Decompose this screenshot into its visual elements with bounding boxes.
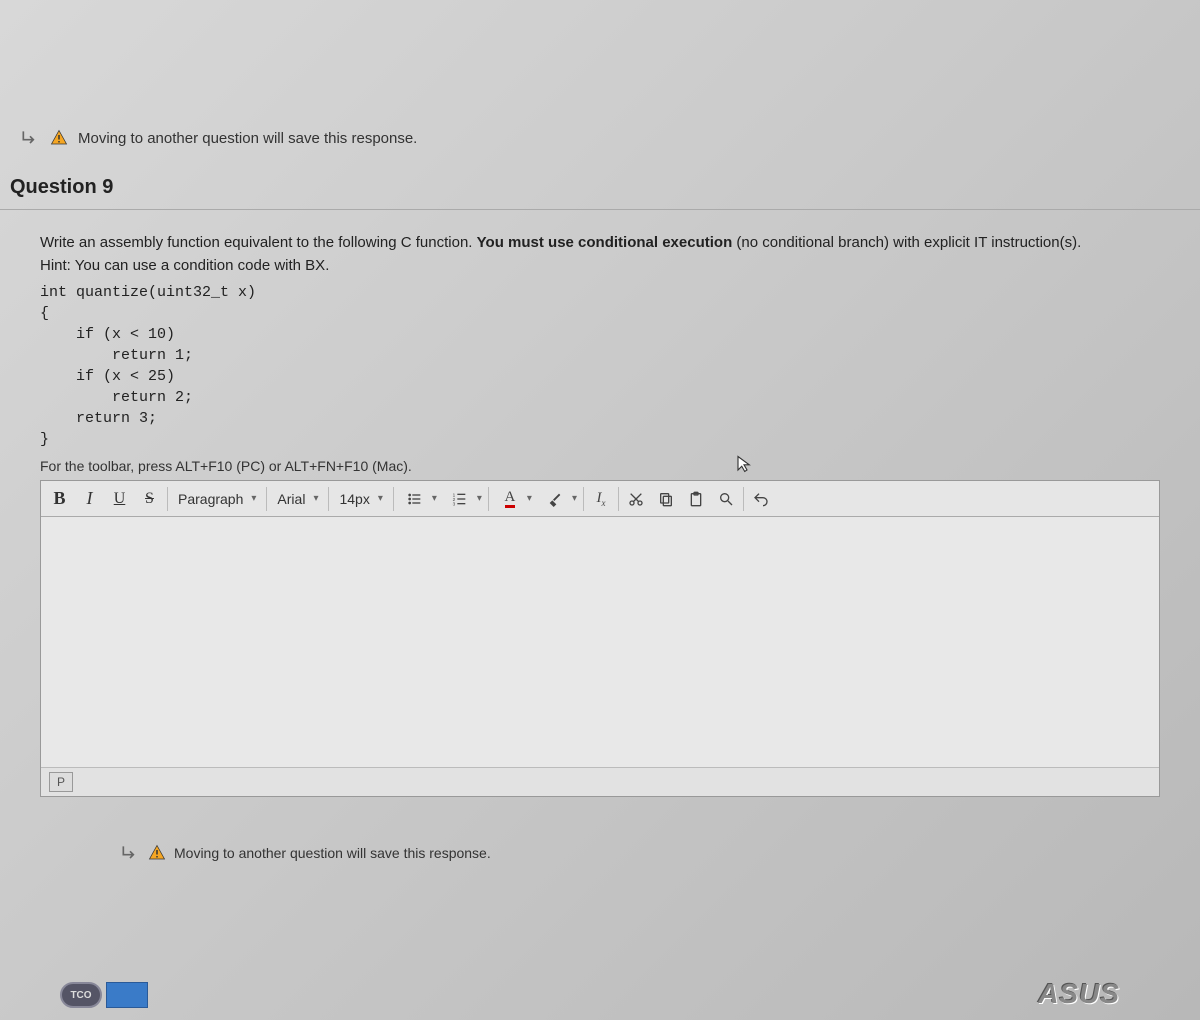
chevron-down-icon: ▾ [313,493,318,504]
code-block: int quantize(uint32_t x) { if (x < 10) r… [40,282,1160,450]
separator [266,487,267,511]
reply-arrow-icon [120,843,140,863]
paragraph-select-label: Paragraph [178,491,243,507]
chevron-down-icon: ▾ [572,493,577,504]
chevron-down-icon: ▾ [378,493,383,504]
reply-arrow-icon [20,128,40,148]
highlight-icon [540,484,570,514]
font-size-select[interactable]: 14px ▾ [331,485,390,513]
editor-toolbar: B I U S Paragraph ▾ Arial ▾ 14px ▾ [41,481,1159,517]
energy-sticker [106,982,148,1008]
prompt-trail: (no conditional branch) with explicit IT… [732,234,1081,251]
save-notice-top: Moving to another question will save thi… [0,120,1200,156]
text-color-icon: A [495,484,525,514]
save-notice-text: Moving to another question will save thi… [78,130,417,147]
copy-button[interactable] [651,484,681,514]
bullet-list-icon [400,484,430,514]
font-select-label: Arial [277,491,305,507]
numbered-list-button[interactable]: 123 ▾ [441,484,486,514]
separator [488,487,489,511]
cut-button[interactable] [621,484,651,514]
editor-footer: P [41,767,1159,796]
paste-icon [688,491,704,507]
paste-button[interactable] [681,484,711,514]
question-prompt: Write an assembly function equivalent to… [40,234,1160,251]
paragraph-select[interactable]: Paragraph ▾ [170,485,264,513]
tco-sticker: TCO [60,982,102,1008]
italic-button[interactable]: I [75,484,105,514]
font-size-label: 14px [339,491,369,507]
path-indicator[interactable]: P [49,772,73,792]
separator [743,487,744,511]
search-icon [718,491,734,507]
separator [618,487,619,511]
chevron-down-icon: ▾ [477,493,482,504]
bold-button[interactable]: B [45,484,75,514]
chevron-down-icon: ▾ [251,493,256,504]
font-select[interactable]: Arial ▾ [269,485,326,513]
text-color-button[interactable]: A ▾ [491,484,536,514]
prompt-lead: Write an assembly function equivalent to… [40,234,477,251]
bullet-list-button[interactable]: ▾ [396,484,441,514]
find-button[interactable] [711,484,741,514]
question-title: Question 9 [0,166,1200,210]
svg-text:3: 3 [453,501,456,506]
separator [328,487,329,511]
prompt-bold: You must use conditional execution [477,234,733,251]
save-notice-bottom: Moving to another question will save thi… [0,835,1200,871]
warning-icon [148,844,166,862]
underline-button[interactable]: U [105,484,135,514]
warning-icon [50,129,68,147]
numbered-list-icon: 123 [445,484,475,514]
strikethrough-button[interactable]: S [135,484,165,514]
question-body: Write an assembly function equivalent to… [0,210,1200,815]
highlight-button[interactable]: ▾ [536,484,581,514]
undo-button[interactable] [746,484,776,514]
chevron-down-icon: ▾ [527,493,532,504]
cut-icon [628,491,644,507]
undo-icon [753,491,769,507]
question-hint: Hint: You can use a condition code with … [40,257,1160,274]
rich-text-editor: B I U S Paragraph ▾ Arial ▾ 14px ▾ [40,480,1160,797]
monitor-brand: ASUS [1038,978,1120,1010]
editor-textarea[interactable] [41,517,1159,767]
copy-icon [658,491,674,507]
toolbar-hint: For the toolbar, press ALT+F10 (PC) or A… [40,458,1160,474]
chevron-down-icon: ▾ [432,493,437,504]
monitor-stickers: TCO [60,982,148,1008]
clear-formatting-button[interactable]: Ix [586,484,616,514]
save-notice-text: Moving to another question will save thi… [174,845,491,861]
separator [583,487,584,511]
separator [393,487,394,511]
separator [167,487,168,511]
